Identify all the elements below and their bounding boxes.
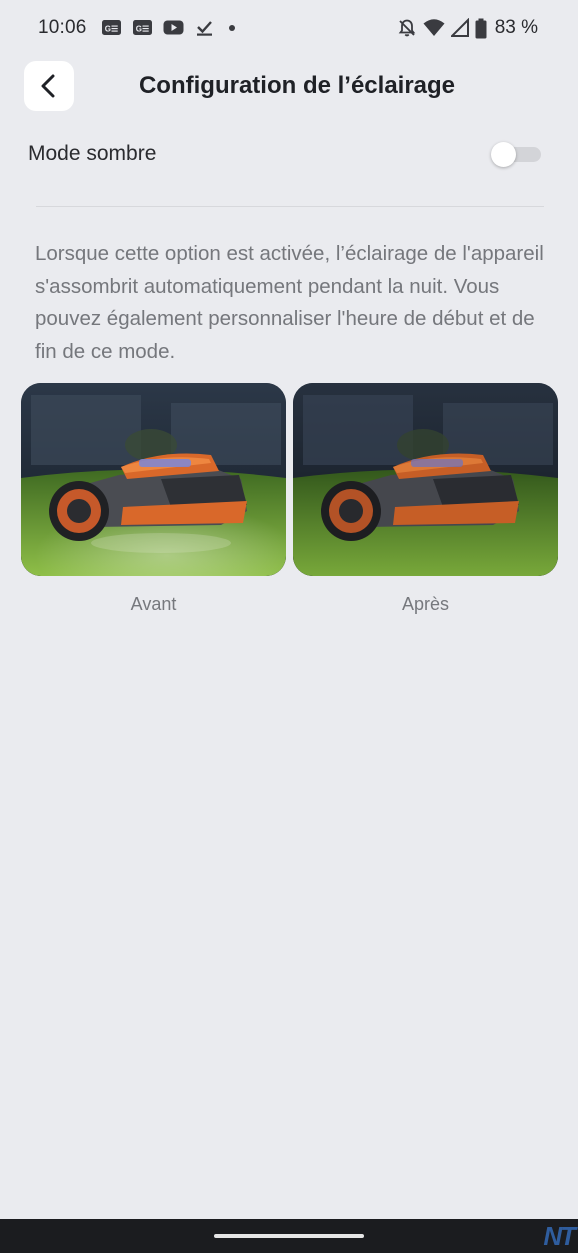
battery-percentage: 83 % — [494, 17, 538, 38]
notifications-off-icon — [398, 19, 415, 37]
system-icons: 83 % — [397, 17, 538, 39]
notification-icons: G☰ G☰ — [101, 19, 235, 36]
navigation-bar: NT — [0, 1219, 578, 1253]
dark-mode-label: Mode sombre — [28, 142, 157, 165]
status-time: 10:06 — [38, 17, 87, 38]
more-notifications-dot — [229, 24, 235, 31]
page-title: Configuration de l’éclairage — [138, 72, 456, 99]
news-icon: G☰ — [133, 20, 152, 35]
battery-icon — [475, 18, 487, 38]
before-caption: Avant — [130, 594, 177, 614]
svg-text:G☰: G☰ — [105, 24, 118, 33]
youtube-icon — [163, 20, 184, 35]
svg-text:G☰: G☰ — [136, 24, 149, 33]
after-image — [293, 383, 558, 576]
news-icon: G☰ — [102, 20, 121, 35]
before-image — [21, 383, 286, 576]
status-bar: 10:06 G☰ G☰ 83 % — [0, 0, 578, 58]
divider — [36, 206, 544, 207]
watermark-logo: NT — [543, 1221, 576, 1251]
home-indicator[interactable] — [214, 1234, 364, 1238]
signal-icon — [450, 18, 469, 37]
toggle-thumb — [491, 142, 516, 167]
dark-mode-toggle[interactable] — [491, 142, 541, 167]
dark-mode-description: Lorsque cette option est activée, l’écla… — [35, 242, 544, 363]
download-done-icon — [197, 21, 212, 36]
screen: 10:06 G☰ G☰ 83 % Configuration de l’écla… — [0, 0, 578, 1253]
wifi-icon — [423, 19, 445, 36]
after-caption: Après — [401, 594, 450, 614]
